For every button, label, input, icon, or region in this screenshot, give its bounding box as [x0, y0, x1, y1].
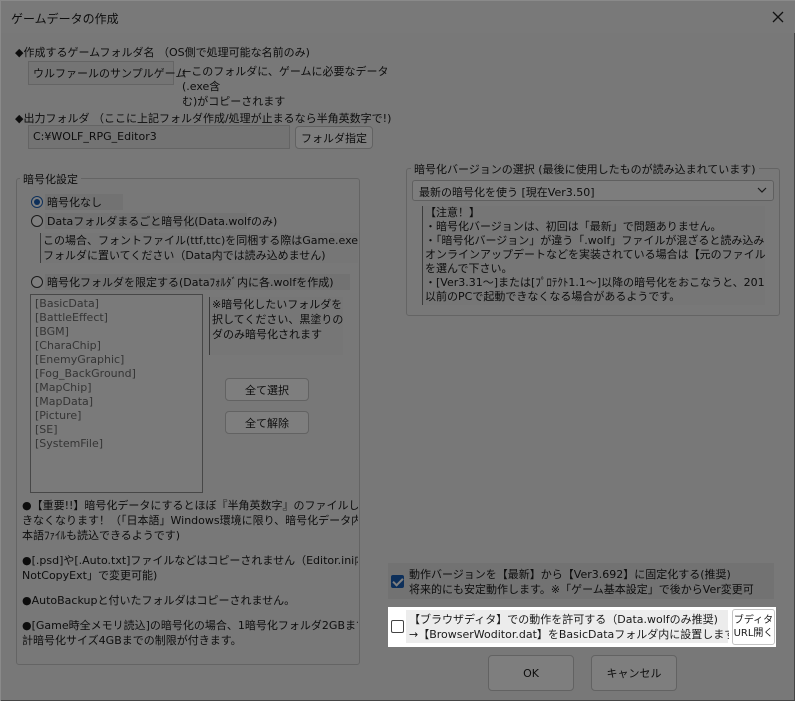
- encrypt-all-note-line: フォルダに置いてください（Data内では読み込めません): [43, 249, 326, 262]
- note-line: ●【重要!!】暗号化データにするとほぼ『半角英数字』のファイルしか読込で: [22, 499, 358, 512]
- radio-no-encryption[interactable]: [31, 196, 43, 208]
- folder-select-button[interactable]: フォルダ指定: [295, 126, 373, 149]
- game-folder-note-line: む)がコピーされます: [182, 95, 286, 108]
- browser-editor-label-line: 【ブラウザディタ】での動作を許可する（Data.wolfのみ推奨): [409, 613, 718, 626]
- caution-line: ・[Ver3.31～]または[ﾌﾟﾛﾃｸﾄ1.1～]以降の暗号化をおこなうと、2…: [425, 276, 765, 289]
- list-item[interactable]: [EnemyGraphic]: [35, 353, 198, 367]
- list-item[interactable]: [CharaChip]: [35, 339, 198, 353]
- fix-version-label-line: 将来的にも安定動作します。※「ゲーム基本設定」で後からVer変更可: [409, 583, 754, 596]
- radio-encrypt-all-label[interactable]: Dataフォルダまるごと暗号化(Data.wolfのみ): [45, 213, 277, 229]
- note-line: NotCopyExt」で変更可能): [22, 569, 158, 582]
- list-item[interactable]: [Fog_BackGround]: [35, 367, 198, 381]
- folder-list-note-line: 択してください、黒塗りのフォル: [212, 313, 343, 326]
- open-url-label-line: ブディタ: [733, 615, 774, 626]
- folder-list-note-line: ダのみ暗号化されます: [212, 328, 322, 341]
- radio-encrypt-all[interactable]: [31, 215, 43, 227]
- list-item[interactable]: [SE]: [35, 423, 198, 437]
- encryption-group-label: 暗号化設定: [20, 171, 81, 187]
- radio-limit-folders-label[interactable]: 暗号化フォルダを限定する(Dataﾌｫﾙﾀﾞ内に各.wolfを作成): [45, 274, 350, 290]
- browser-editor-checkbox[interactable]: [391, 620, 404, 633]
- caution-line: 【注意！】: [425, 206, 480, 219]
- encryption-version-value: 最新の暗号化を使う [現在Ver3.50]: [419, 186, 595, 199]
- important-notes: ●【重要!!】暗号化データにするとほぼ『半角英数字』のファイルしか読込で きなく…: [22, 498, 358, 648]
- chevron-down-icon: [757, 187, 767, 193]
- fix-version-checkbox[interactable]: [391, 575, 404, 588]
- caution-line: を選んで下さい。: [425, 262, 513, 275]
- list-item[interactable]: [BasicData]: [35, 297, 198, 311]
- list-item[interactable]: [BGM]: [35, 325, 198, 339]
- list-item[interactable]: [SystemFile]: [35, 437, 198, 451]
- output-folder-field[interactable]: C:¥WOLF_RPG_Editor3: [28, 125, 290, 149]
- note-line: きなくなります！（「日本語」Windows環境に限り、暗号化データ内の日: [22, 514, 358, 527]
- note-line: ●[.psd]や[.Auto.txt]ファイルなどはコピーされません（Edito…: [22, 554, 358, 567]
- deselect-all-button[interactable]: 全て解除: [225, 411, 309, 434]
- game-folder-heading: ◆作成するゲームフォルダ名 （OS側で処理可能な名前のみ): [15, 46, 310, 59]
- encryption-version-select[interactable]: 最新の暗号化を使う [現在Ver3.50]: [412, 180, 774, 201]
- note-line: ●[Game時全メモリ読込]の暗号化の場合、1暗号化フォルダ2GBまで/累: [22, 619, 358, 632]
- browser-editor-label-line: →【BrowserWoditor.dat】をBasicDataフォルダ内に設置し…: [409, 628, 729, 641]
- select-all-button[interactable]: 全て選択: [225, 378, 309, 401]
- output-folder-heading: ◆出力フォルダ （ここに上記フォルダ作成/処理が止まるなら半角英数字で!): [15, 112, 392, 125]
- caution-line: ・暗号化バージョンは、初回は「最新」で問題ありません。: [425, 220, 722, 233]
- radio-no-encryption-label[interactable]: 暗号化なし: [45, 194, 123, 210]
- close-button[interactable]: [766, 5, 790, 29]
- folder-list-note-line: ※暗号化したいフォルダを 選: [212, 298, 343, 311]
- game-folder-note-line: ←このフォルダに、ゲームに必要なデータ(.exe含: [182, 65, 389, 93]
- encrypt-all-note-line: この場合、フォントファイル(ttf,ttc)を同梱する際はGame.exeと同じ: [43, 234, 358, 247]
- game-folder-note: ←このフォルダに、ゲームに必要なデータ(.exe含 む)がコピーされます: [182, 64, 392, 109]
- caution-line: ・「暗号化バージョン」が違う「.wolf」ファイルが混ざると読み込みできないので…: [425, 234, 765, 247]
- dialog-window: ゲームデータの作成 ◆作成するゲームフォルダ名 （OS側で処理可能な名前のみ) …: [0, 0, 795, 701]
- encrypt-all-note: この場合、フォントファイル(ttf,ttc)を同梱する際はGame.exeと同じ…: [40, 233, 358, 263]
- caution-line: オンラインアップデートなどを実装されている場合は【元のファイルと同じバージョン】: [425, 248, 765, 261]
- version-group-label: 暗号化バージョンの選択 (最後に使用したものが読み込まれています): [411, 161, 759, 177]
- dim-overlay: [776, 607, 795, 647]
- close-icon: [772, 11, 784, 23]
- game-folder-name-field[interactable]: ウルファールのサンプルゲーム: [28, 61, 186, 85]
- note-line: 計暗号化サイズ4GBまでの制限が付きます。: [22, 634, 242, 647]
- browser-editor-label[interactable]: 【ブラウザディタ】での動作を許可する（Data.wolfのみ推奨) →【Brow…: [409, 612, 729, 642]
- note-line: ●AutoBackupと付いたフォルダはコピーされません。: [22, 594, 296, 607]
- list-item[interactable]: [MapData]: [35, 395, 198, 409]
- window-title: ゲームデータの作成: [11, 12, 119, 26]
- list-item[interactable]: [MapChip]: [35, 381, 198, 395]
- ok-button[interactable]: OK: [488, 655, 574, 691]
- version-caution-note: 【注意！】 ・暗号化バージョンは、初回は「最新」で問題ありません。 ・「暗号化バ…: [422, 206, 765, 305]
- list-item[interactable]: [BattleEffect]: [35, 311, 198, 325]
- fix-version-label-line: 動作バージョンを【最新】から【Ver3.692】に固定化する(推奨): [409, 568, 731, 581]
- caution-line: 以前のPCで起動できなくなる場合があるようです。: [425, 290, 681, 303]
- open-browser-url-button[interactable]: ブディタ URL開く: [732, 609, 775, 645]
- title-bar: ゲームデータの作成: [1, 1, 795, 33]
- radio-limit-folders[interactable]: [31, 276, 43, 288]
- encryption-folder-list[interactable]: [BasicData] [BattleEffect] [BGM] [CharaC…: [30, 294, 203, 493]
- cancel-button[interactable]: キャンセル: [591, 655, 677, 691]
- open-url-label-line: URL開く: [733, 628, 774, 639]
- list-item[interactable]: [Picture]: [35, 409, 198, 423]
- note-line: 本語ﾌｧｲﾙも読込できるようです): [22, 529, 181, 542]
- fix-version-label[interactable]: 動作バージョンを【最新】から【Ver3.692】に固定化する(推奨) 将来的にも…: [409, 567, 773, 597]
- folder-list-note: ※暗号化したいフォルダを 選 択してください、黒塗りのフォル ダのみ暗号化されま…: [209, 297, 343, 355]
